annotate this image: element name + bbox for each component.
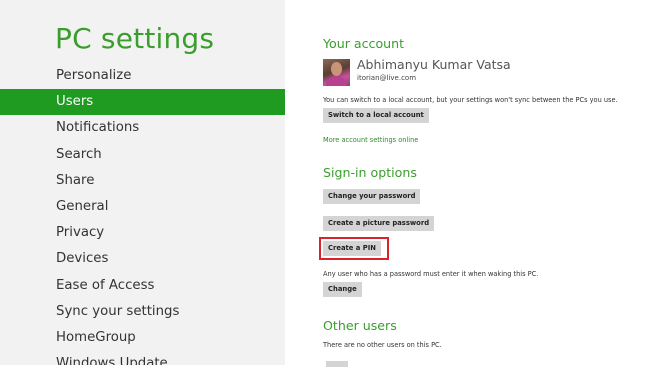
change-button[interactable]: Change: [323, 282, 362, 297]
page-title: PC settings: [55, 22, 215, 55]
sidebar-item-general[interactable]: General: [0, 194, 285, 220]
avatar: [323, 59, 350, 86]
sign-in-options-heading: Sign-in options: [323, 165, 417, 180]
account-name: Abhimanyu Kumar Vatsa: [357, 57, 511, 72]
sidebar-item-share[interactable]: Share: [0, 168, 285, 194]
add-user-button[interactable]: [326, 361, 348, 367]
main-content: Your account Abhimanyu Kumar Vatsa itori…: [285, 0, 650, 367]
other-users-heading: Other users: [323, 318, 397, 333]
switch-local-account-button[interactable]: Switch to a local account: [323, 108, 429, 123]
change-password-button[interactable]: Change your password: [323, 189, 421, 204]
sidebar-item-notifications[interactable]: Notifications: [0, 115, 285, 141]
account-email: itorian@live.com: [357, 74, 417, 82]
sidebar-item-homegroup[interactable]: HomeGroup: [0, 325, 285, 351]
sidebar-item-personalize[interactable]: Personalize: [0, 63, 285, 89]
other-users-note: There are no other users on this PC.: [323, 341, 442, 349]
more-account-settings-link[interactable]: More account settings online: [323, 136, 418, 144]
create-pin-button[interactable]: Create a PIN: [323, 241, 381, 256]
sidebar-item-devices[interactable]: Devices: [0, 246, 285, 272]
sidebar-item-ease-of-access[interactable]: Ease of Access: [0, 273, 285, 299]
sidebar: PC settings Personalize Users Notificati…: [0, 0, 285, 365]
sidebar-item-users[interactable]: Users: [0, 89, 285, 116]
local-account-note: You can switch to a local account, but y…: [323, 96, 618, 104]
sidebar-item-privacy[interactable]: Privacy: [0, 220, 285, 246]
sidebar-nav: Personalize Users Notifications Search S…: [0, 63, 285, 365]
wake-password-note: Any user who has a password must enter i…: [323, 270, 539, 278]
create-picture-password-button[interactable]: Create a picture password: [323, 216, 435, 231]
sidebar-item-sync-settings[interactable]: Sync your settings: [0, 299, 285, 325]
your-account-heading: Your account: [323, 36, 405, 51]
sidebar-item-windows-update[interactable]: Windows Update: [0, 351, 285, 365]
sidebar-item-search[interactable]: Search: [0, 142, 285, 168]
